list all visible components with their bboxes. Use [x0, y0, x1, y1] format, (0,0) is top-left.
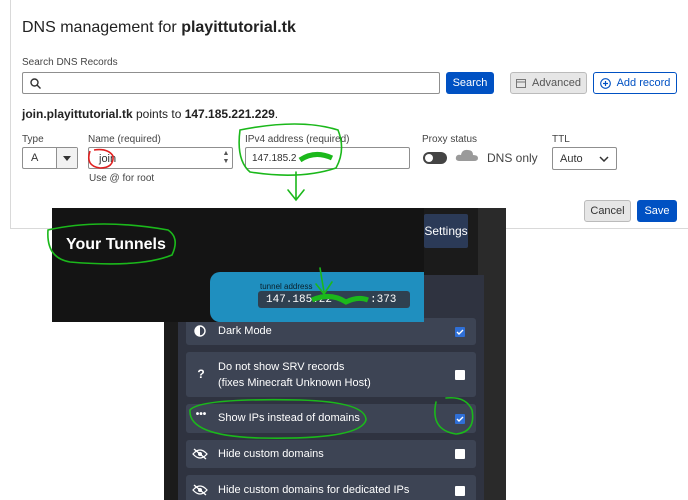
search-button[interactable]: Search	[446, 72, 494, 94]
setting-dark-mode[interactable]: Dark Mode	[186, 318, 476, 345]
ttl-select[interactable]: Auto	[552, 147, 617, 170]
contrast-icon	[194, 325, 206, 337]
type-select[interactable]: A	[22, 147, 78, 169]
search-icon	[30, 78, 41, 89]
proxy-toggle[interactable]	[423, 152, 447, 164]
add-record-button[interactable]: Add record	[593, 72, 677, 94]
tunnel-address-port: :373	[370, 294, 397, 306]
search-label: Search DNS Records	[22, 57, 118, 68]
show-ips-checkbox[interactable]	[455, 414, 465, 424]
no-srv-checkbox[interactable]	[455, 370, 465, 380]
setting-sublabel: (fixes Minecraft Unknown Host)	[218, 377, 371, 389]
ipv4-value: 147.185.2	[252, 153, 297, 164]
eye-off-icon	[192, 484, 208, 496]
stepper-icon[interactable]: ▲ ▼	[222, 150, 230, 166]
advanced-button-label: Advanced	[532, 77, 581, 89]
name-field[interactable]: join ▲ ▼	[88, 147, 233, 169]
name-value: join	[99, 153, 117, 165]
ttl-value: Auto	[560, 152, 583, 165]
hide-custom-domains-checkbox[interactable]	[455, 449, 465, 459]
cancel-button[interactable]: Cancel	[584, 200, 631, 222]
setting-label: Dark Mode	[218, 325, 272, 337]
cloud-icon	[455, 149, 478, 161]
ipv4-label: IPv4 address (required)	[245, 134, 350, 145]
name-hint: Use @ for root	[89, 173, 155, 184]
page-title: DNS management for playittutorial.tk	[22, 19, 296, 36]
hide-dedicated-checkbox[interactable]	[455, 486, 465, 496]
eye-off-icon	[192, 448, 208, 460]
tunnel-address-value: 147.185.22	[266, 294, 333, 306]
ipv4-field[interactable]: 147.185.2	[245, 147, 410, 169]
setting-label: Hide custom domains for dedicated IPs	[218, 484, 410, 496]
advanced-button[interactable]: Advanced	[510, 72, 587, 94]
toggle-knob	[425, 154, 433, 162]
add-record-label: Add record	[616, 77, 671, 89]
proxy-status-value: DNS only	[487, 151, 538, 165]
more-icon: •••	[195, 409, 207, 420]
setting-hide-dedicated-domains[interactable]: Hide custom domains for dedicated IPs	[186, 475, 476, 500]
proxy-status-label: Proxy status	[422, 134, 478, 145]
points-to-text: join.playittutorial.tk points to 147.185…	[22, 107, 279, 121]
tunnel-address-label: tunnel address	[260, 282, 313, 291]
name-label: Name (required)	[88, 134, 161, 145]
setting-label: Do not show SRV records	[218, 361, 345, 373]
ttl-label: TTL	[552, 134, 570, 145]
tunnel-address-box[interactable]: 147.185.22 :373	[258, 291, 410, 308]
type-value: A	[31, 152, 39, 164]
tunnels-title: Your Tunnels	[66, 236, 166, 253]
type-label: Type	[22, 134, 44, 145]
setting-show-ips[interactable]: ••• Show IPs instead of domains	[186, 404, 476, 433]
setting-hide-custom-domains[interactable]: Hide custom domains	[186, 440, 476, 468]
setting-label: Hide custom domains	[218, 448, 324, 460]
setting-label: Show IPs instead of domains	[218, 412, 360, 424]
advanced-icon	[516, 78, 527, 88]
help-icon: ?	[197, 367, 205, 381]
dark-mode-checkbox[interactable]	[455, 327, 465, 337]
chevron-down-icon	[56, 148, 77, 168]
settings-button[interactable]: Settings	[424, 214, 468, 248]
save-button[interactable]: Save	[637, 200, 677, 222]
add-icon	[599, 77, 611, 89]
search-input[interactable]	[22, 72, 440, 94]
chevron-down-icon	[599, 155, 609, 162]
setting-no-srv[interactable]: ? Do not show SRV records (fixes Minecra…	[186, 352, 476, 397]
